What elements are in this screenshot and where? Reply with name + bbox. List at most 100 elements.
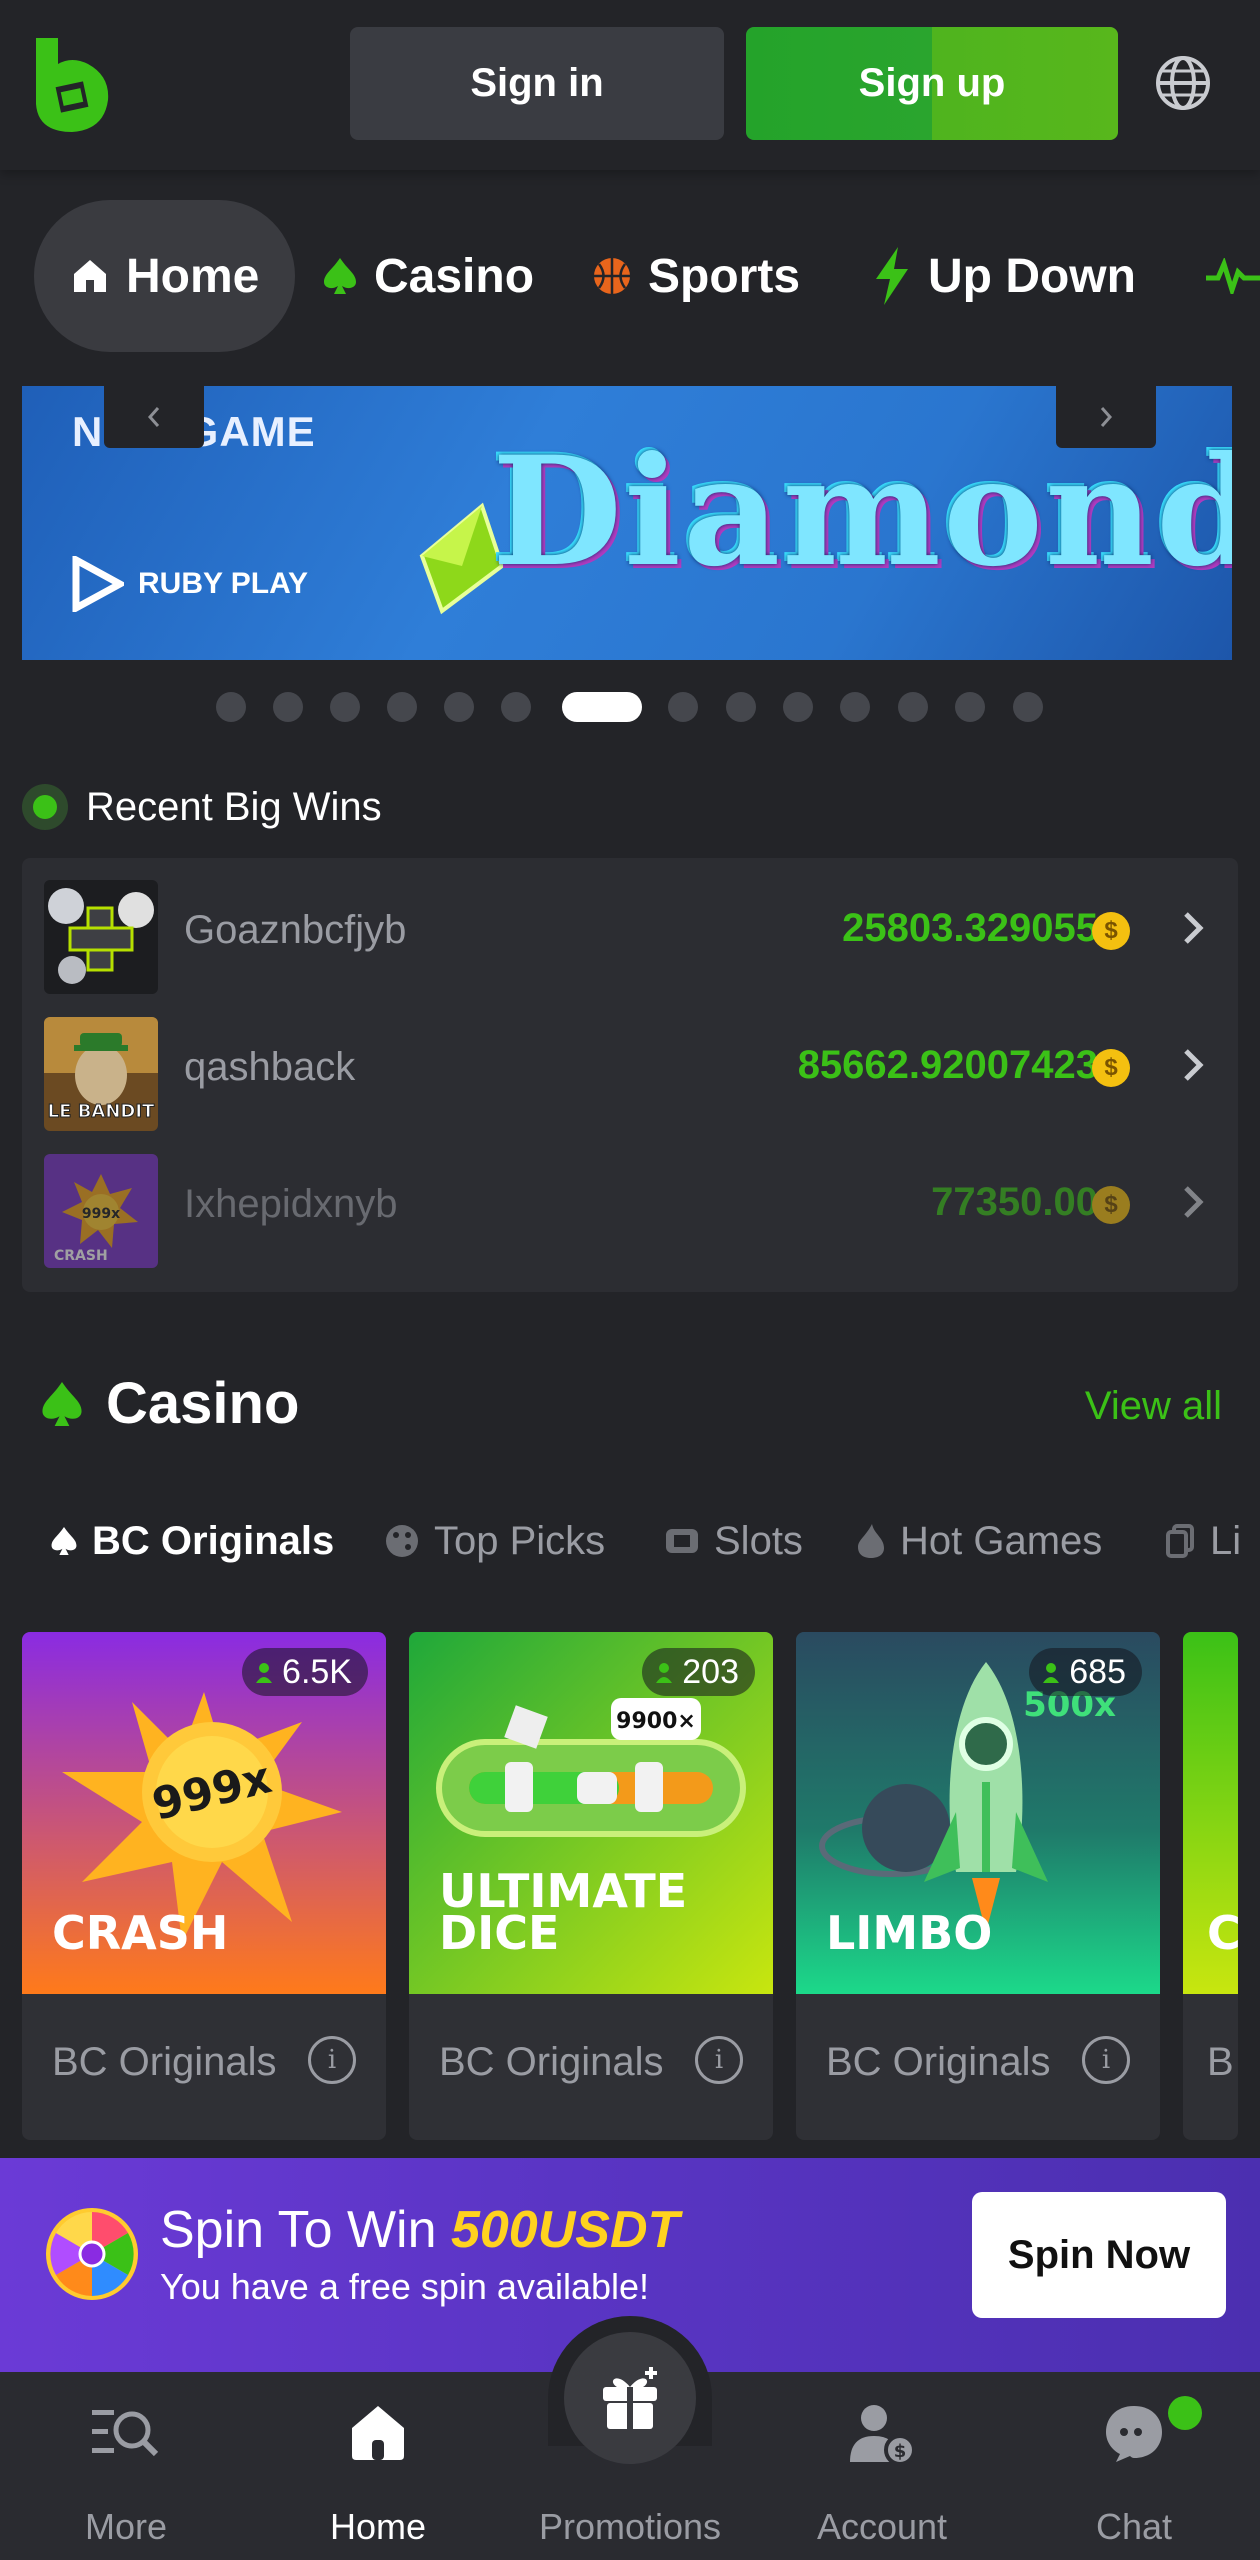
game-card-partial[interactable]: C B bbox=[1183, 1632, 1238, 2140]
spin-title-prefix: Spin To Win bbox=[160, 2201, 451, 2259]
le-bandit-thumb-icon: LE BANDIT bbox=[44, 1017, 158, 1131]
subtab-bc-originals[interactable]: BC Originals bbox=[50, 1506, 334, 1576]
bottom-nav-more[interactable]: More bbox=[0, 2372, 252, 2560]
game-card-title: C bbox=[1207, 1906, 1238, 1960]
crash-thumb-multiplier: 999x bbox=[82, 1206, 120, 1222]
cards-icon bbox=[1166, 1524, 1194, 1558]
pagination-dot[interactable] bbox=[1013, 692, 1043, 722]
pagination-dot[interactable] bbox=[783, 692, 813, 722]
info-icon[interactable]: i bbox=[1082, 2036, 1130, 2084]
coin-icon: $ bbox=[1092, 1186, 1130, 1224]
lightning-icon bbox=[876, 247, 908, 305]
spin-amount: 500USDT bbox=[450, 2201, 680, 2259]
pagination-dot[interactable] bbox=[387, 692, 417, 722]
big-win-row[interactable]: 999x CRASH Ixhepidxnyb 77350.00 $ bbox=[22, 1132, 1238, 1269]
globe-icon[interactable] bbox=[1154, 54, 1212, 112]
player-count-badge: 6.5K bbox=[242, 1648, 368, 1696]
pulse-icon[interactable] bbox=[1206, 258, 1260, 294]
pagination-dot[interactable] bbox=[216, 692, 246, 722]
casino-section-heading: Casino bbox=[40, 1370, 299, 1437]
pagination-dot[interactable] bbox=[501, 692, 531, 722]
game-card-art: 9900× ULTIMATE DICE 203 bbox=[409, 1632, 773, 1994]
player-count-badge: 203 bbox=[642, 1648, 755, 1696]
bottom-nav-chat[interactable]: Chat bbox=[1008, 2372, 1260, 2560]
subtab-label: Slots bbox=[714, 1518, 803, 1563]
subtab-hot-games[interactable]: Hot Games bbox=[856, 1506, 1102, 1576]
subtab-label: Li bbox=[1210, 1518, 1242, 1563]
pagination-dot-active[interactable] bbox=[562, 692, 642, 722]
spade-icon bbox=[324, 258, 356, 294]
banner-provider: RUBY PLAY bbox=[72, 556, 308, 612]
chevron-right-icon bbox=[1100, 407, 1113, 427]
ruby-play-logo-icon bbox=[72, 556, 124, 612]
player-count-badge: 685 bbox=[1029, 1648, 1142, 1696]
crash-thumb-icon: 999x CRASH bbox=[44, 1154, 158, 1268]
game-card-limbo[interactable]: 500x LIMBO 685 BC Originals i bbox=[796, 1632, 1160, 2140]
view-all-link[interactable]: View all bbox=[1085, 1384, 1222, 1429]
big-win-row[interactable]: LE BANDIT qashback 85662.92007423 $ bbox=[22, 995, 1238, 1132]
menu-search-icon bbox=[92, 2410, 159, 2457]
pagination-dot[interactable] bbox=[444, 692, 474, 722]
subtab-live[interactable]: Li bbox=[1166, 1506, 1241, 1576]
subtab-slots[interactable]: Slots bbox=[664, 1506, 803, 1576]
bottom-nav-label: Home bbox=[329, 2506, 427, 2547]
game-thumbnail: 999x CRASH bbox=[44, 1154, 158, 1268]
bottom-nav-label: Promotions bbox=[538, 2506, 722, 2547]
game-card-crash[interactable]: 999x CRASH 6.5K BC Originals i bbox=[22, 1632, 386, 2140]
game-card-art: 500x LIMBO 685 bbox=[796, 1632, 1160, 1994]
big-win-username: Goaznbcfjyb bbox=[184, 908, 407, 952]
bottom-nav-home[interactable]: Home bbox=[252, 2372, 504, 2560]
banner-provider-label: RUBY PLAY bbox=[138, 567, 309, 600]
crash-thumb-text: CRASH bbox=[54, 1248, 108, 1264]
chevron-right-icon bbox=[1184, 1186, 1204, 1218]
bottom-nav-account[interactable]: $ Account bbox=[756, 2372, 1008, 2560]
big-win-amount: 85662.92007423 bbox=[797, 1043, 1098, 1087]
pagination-dot[interactable] bbox=[726, 692, 756, 722]
big-win-username: qashback bbox=[184, 1045, 356, 1089]
player-count: 203 bbox=[682, 1652, 739, 1691]
account-icon: $ bbox=[850, 2405, 916, 2466]
info-icon[interactable]: i bbox=[695, 2036, 743, 2084]
person-icon bbox=[656, 1663, 673, 1683]
flame-icon bbox=[858, 1524, 884, 1558]
info-icon[interactable]: i bbox=[308, 2036, 356, 2084]
main-nav-tabs: Home Casino Sports Up Down bbox=[0, 200, 1260, 352]
home-icon bbox=[352, 2406, 404, 2460]
bc-game-logo-icon[interactable] bbox=[32, 34, 112, 136]
spin-now-button[interactable]: Spin Now bbox=[972, 2192, 1226, 2318]
player-count: 685 bbox=[1069, 1652, 1126, 1691]
big-win-row[interactable]: Goaznbcfjyb 25803.329055 $ bbox=[22, 858, 1238, 995]
chevron-left-icon bbox=[147, 407, 160, 427]
top-header: Sign in Sign up bbox=[0, 0, 1260, 170]
game-card-ultimate-dice[interactable]: 9900× ULTIMATE DICE 203 BC Originals i bbox=[409, 1632, 773, 2140]
subtab-top-picks[interactable]: Top Picks bbox=[384, 1506, 605, 1576]
game-card-title: ULTIMATE DICE bbox=[439, 1864, 688, 1960]
game-card-art: 999x CRASH 6.5K bbox=[22, 1632, 386, 1994]
tab-casino[interactable]: Casino bbox=[322, 200, 534, 352]
pagination-dot[interactable] bbox=[898, 692, 928, 722]
promotions-fab[interactable] bbox=[564, 2332, 696, 2464]
game-card-category: BC Originals bbox=[826, 2040, 1051, 2084]
pagination-dot[interactable] bbox=[668, 692, 698, 722]
sign-in-button[interactable]: Sign in bbox=[350, 27, 724, 140]
tab-up-down[interactable]: Up Down bbox=[872, 200, 1136, 352]
tab-sports[interactable]: Sports bbox=[592, 200, 800, 352]
pagination-dot[interactable] bbox=[955, 692, 985, 722]
bottom-nav-label: More bbox=[84, 2506, 168, 2547]
tab-home[interactable]: Home bbox=[34, 200, 296, 352]
banner-prev-button[interactable] bbox=[104, 386, 204, 448]
pagination-dot[interactable] bbox=[840, 692, 870, 722]
subtab-label: BC Originals bbox=[92, 1518, 335, 1563]
big-win-username: Ixhepidxnyb bbox=[184, 1182, 398, 1226]
banner-title: Diamonds bbox=[492, 424, 1232, 600]
pagination-dot[interactable] bbox=[330, 692, 360, 722]
svg-text:$: $ bbox=[894, 2441, 907, 2462]
casino-title: Casino bbox=[106, 1371, 300, 1436]
pagination-dot[interactable] bbox=[273, 692, 303, 722]
recent-big-wins-list: Goaznbcfjyb 25803.329055 $ LE BANDIT qas… bbox=[22, 858, 1238, 1292]
game-card-title: CRASH bbox=[52, 1906, 229, 1960]
le-bandit-thumb-text: LE BANDIT bbox=[48, 1101, 155, 1122]
game-thumbnail bbox=[44, 880, 158, 994]
sign-up-button[interactable]: Sign up bbox=[746, 27, 1118, 140]
banner-next-button[interactable] bbox=[1056, 386, 1156, 448]
